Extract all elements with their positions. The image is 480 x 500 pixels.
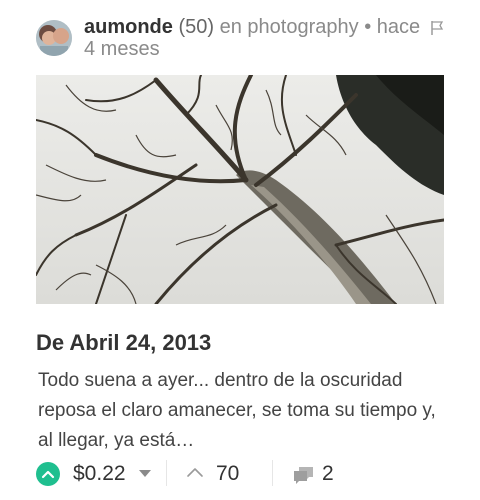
comments-icon[interactable]	[292, 464, 316, 486]
post-card: aumonde (50) en photography • hace 4 mes…	[0, 0, 480, 500]
flag-icon[interactable]	[430, 20, 444, 36]
post-header: aumonde (50) en photography • hace 4 mes…	[36, 16, 444, 64]
post-excerpt[interactable]: Todo suena a ayer... dentro de la oscuri…	[38, 366, 444, 456]
post-time-continued: 4 meses	[84, 38, 160, 60]
vote-count[interactable]: 70	[216, 462, 239, 486]
footer-divider	[272, 460, 273, 486]
post-time: hace	[376, 16, 421, 38]
category-link[interactable]: photography	[247, 16, 358, 38]
post-meta: aumonde (50) en photography • hace 4 mes…	[84, 16, 444, 60]
post-footer: $0.22 70 2	[36, 456, 444, 492]
comment-count[interactable]: 2	[322, 462, 334, 486]
post-title[interactable]: De Abril 24, 2013	[36, 330, 444, 356]
chevron-up-icon	[41, 470, 55, 479]
upvote-button[interactable]	[36, 462, 60, 486]
author-reputation: (50)	[178, 16, 215, 38]
caret-down-icon[interactable]	[139, 470, 151, 477]
chevron-up-icon[interactable]	[186, 466, 204, 478]
footer-divider	[166, 460, 167, 486]
post-image[interactable]	[36, 75, 444, 304]
author-link[interactable]: aumonde	[84, 16, 173, 38]
meta-separator: •	[364, 16, 372, 38]
payout-value[interactable]: $0.22	[73, 462, 126, 486]
category-prefix: en	[219, 16, 242, 38]
avatar[interactable]	[36, 20, 72, 56]
